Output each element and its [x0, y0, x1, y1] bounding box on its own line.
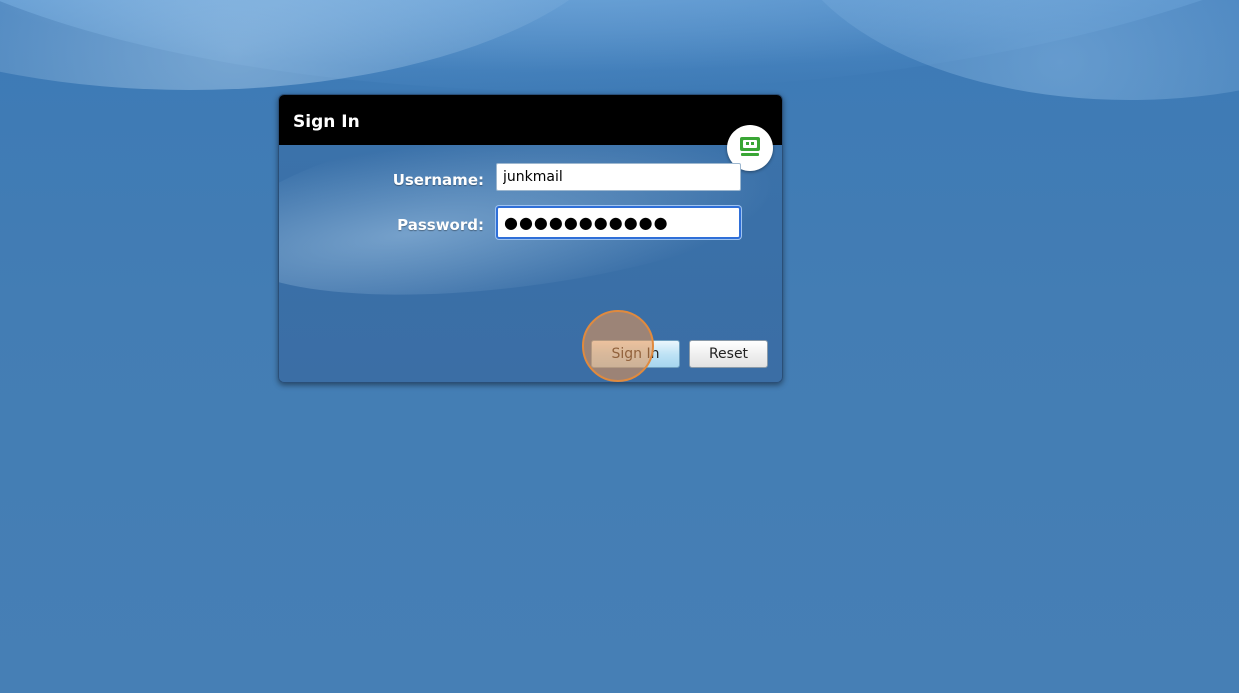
robot-icon — [740, 137, 760, 156]
signin-button[interactable]: Sign In — [591, 340, 680, 368]
username-input[interactable] — [496, 163, 741, 191]
password-input[interactable] — [496, 206, 741, 239]
signin-dialog: Sign In Username: Password: Sign In Rese… — [278, 94, 783, 383]
dialog-header: Sign In — [279, 95, 782, 145]
reset-button[interactable]: Reset — [689, 340, 768, 368]
username-label: Username: — [392, 171, 484, 189]
dialog-title: Sign In — [293, 112, 360, 132]
password-label: Password: — [397, 216, 484, 234]
